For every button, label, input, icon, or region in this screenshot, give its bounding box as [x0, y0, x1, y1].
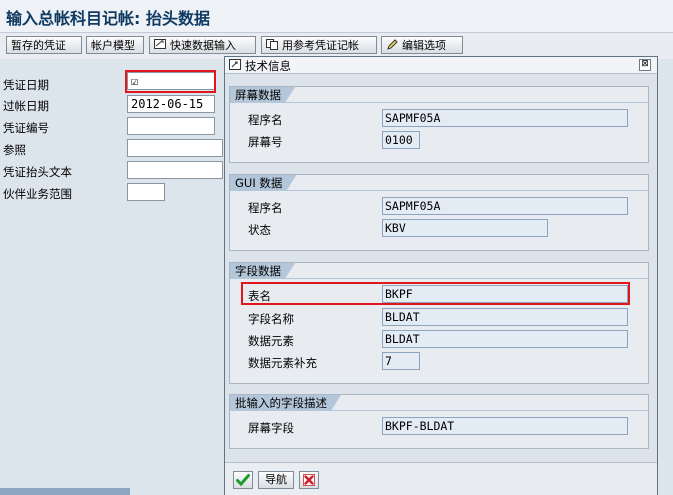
- fast-entry-icon: [154, 39, 166, 49]
- partner-business-area-input[interactable]: [127, 183, 165, 201]
- account-model-button[interactable]: 帐户模型: [86, 36, 144, 54]
- data-element-supplement-label: 数据元素补充: [248, 356, 317, 370]
- reference-label: 参照: [3, 143, 26, 157]
- reference-input[interactable]: [127, 139, 223, 157]
- close-icon[interactable]: ⊠: [639, 59, 651, 71]
- post-with-reference-button[interactable]: 用参考凭证记帐: [261, 36, 377, 54]
- editing-options-label: 编辑选项: [402, 39, 446, 52]
- fast-entry-label: 快速数据输入: [170, 39, 236, 52]
- copy-document-icon: [266, 39, 278, 50]
- dialog-title-bar: 技术信息 ⊠: [225, 57, 657, 74]
- screen-number-field[interactable]: 0100: [382, 131, 420, 149]
- editing-options-button[interactable]: 编辑选项: [381, 36, 463, 54]
- program-name-label: 程序名: [248, 113, 283, 127]
- dialog-footer: 导航: [225, 462, 657, 495]
- post-with-reference-label: 用参考凭证记帐: [282, 39, 359, 52]
- field-name-field[interactable]: BLDAT: [382, 308, 628, 326]
- cancel-x-icon: [303, 474, 315, 486]
- gui-program-name-label: 程序名: [248, 201, 283, 215]
- field-data-group: 字段数据 表名 BKPF 字段名称 BLDAT 数据元素 BLDAT 数据元素补…: [229, 262, 649, 384]
- dialog-title: 技术信息: [245, 59, 291, 73]
- gui-program-name-field[interactable]: SAPMF05A: [382, 197, 628, 215]
- header-text-label: 凭证抬头文本: [3, 165, 72, 179]
- gui-data-group: GUI 数据 程序名 SAPMF05A 状态 KBV: [229, 174, 649, 251]
- confirm-button[interactable]: [233, 471, 253, 489]
- partner-business-area-label: 伙伴业务范围: [3, 187, 72, 201]
- field-name-label: 字段名称: [248, 312, 294, 326]
- fast-entry-button[interactable]: 快速数据输入: [149, 36, 256, 54]
- checkmark-icon: [236, 474, 250, 487]
- gui-data-header: GUI 数据: [230, 175, 296, 191]
- program-name-field[interactable]: SAPMF05A: [382, 109, 628, 127]
- document-date-label: 凭证日期: [3, 78, 49, 92]
- pencil-icon: [387, 39, 398, 50]
- gui-status-label: 状态: [248, 223, 271, 237]
- navigation-button[interactable]: 导航: [258, 471, 294, 489]
- document-header-form: 凭证日期 ☑ 过帐日期 2012-06-15 凭证编号 参照 凭证抬头文本 伙伴…: [0, 60, 223, 495]
- title-bar: 输入总帐科目记帐: 抬头数据: [0, 0, 673, 33]
- status-strip: [0, 488, 130, 495]
- screen-data-group: 屏幕数据 程序名 SAPMF05A 屏幕号 0100: [229, 86, 649, 163]
- document-number-input[interactable]: [127, 117, 215, 135]
- screen-field-label: 屏幕字段: [248, 421, 294, 435]
- technical-info-dialog: 技术信息 ⊠ 屏幕数据 程序名 SAPMF05A 屏幕号 0100 GUI 数据…: [224, 56, 658, 495]
- header-text-input[interactable]: [127, 161, 223, 179]
- data-element-field[interactable]: BLDAT: [382, 330, 628, 348]
- table-name-highlight: [241, 282, 630, 305]
- batch-input-group: 批输入的字段描述 屏幕字段 BKPF-BLDAT: [229, 394, 649, 449]
- screen-data-header: 屏幕数据: [230, 87, 295, 103]
- batch-input-header: 批输入的字段描述: [230, 395, 341, 411]
- group-divider: [230, 190, 648, 191]
- group-divider: [230, 278, 648, 279]
- posting-date-label: 过帐日期: [3, 99, 49, 113]
- dialog-window-icon: [229, 59, 241, 70]
- data-element-supplement-field[interactable]: 7: [382, 352, 420, 370]
- gui-status-field[interactable]: KBV: [382, 219, 548, 237]
- window-title: 输入总帐科目记帐: 抬头数据: [6, 9, 210, 28]
- data-element-label: 数据元素: [248, 334, 294, 348]
- group-divider: [230, 102, 648, 103]
- held-document-button[interactable]: 暂存的凭证: [6, 36, 82, 54]
- screen-field-field[interactable]: BKPF-BLDAT: [382, 417, 628, 435]
- screen-number-label: 屏幕号: [248, 135, 283, 149]
- cancel-button[interactable]: [299, 471, 319, 489]
- document-date-highlight: [125, 70, 216, 93]
- posting-date-input[interactable]: 2012-06-15: [127, 95, 215, 113]
- document-number-label: 凭证编号: [3, 121, 49, 135]
- field-data-header: 字段数据: [230, 263, 295, 279]
